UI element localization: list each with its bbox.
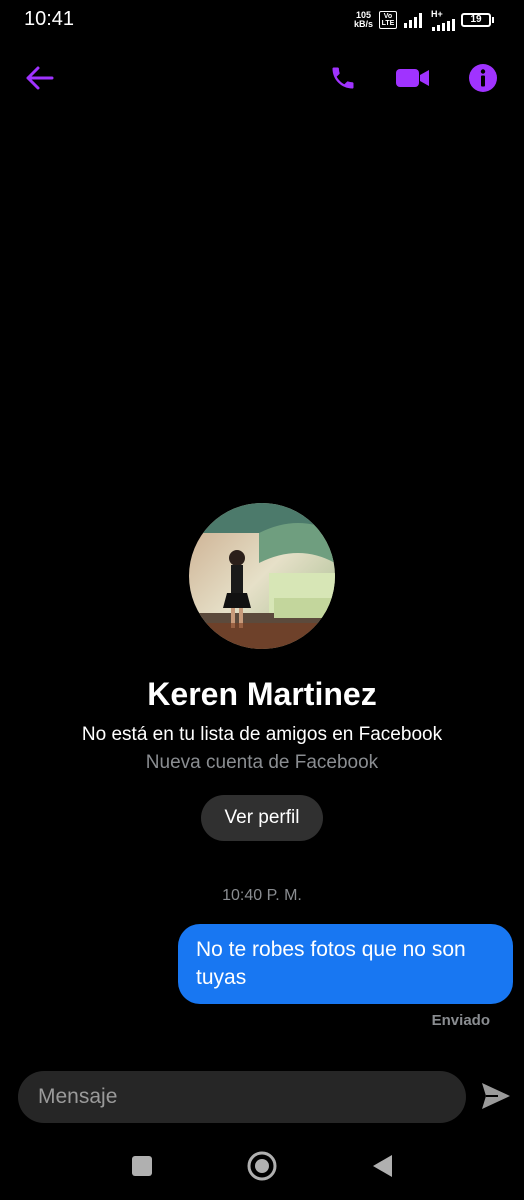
network-speed-unit: kB/s: [353, 19, 373, 29]
network-speed: 105 kB/s: [354, 11, 373, 29]
profile-card: Keren Martinez No está en tu lista de am…: [0, 500, 524, 841]
account-note: Nueva cuenta de Facebook: [145, 752, 379, 773]
phone-icon: [332, 67, 354, 89]
message-input[interactable]: [36, 1084, 448, 1110]
send-icon: [482, 1083, 510, 1109]
message-timestamp: 10:40 P. M.: [222, 887, 302, 904]
back-button[interactable]: [20, 58, 60, 98]
contact-name: Keren Martinez: [147, 676, 377, 712]
video-call-button[interactable]: [393, 58, 433, 98]
volte-badge: Vo LTE: [379, 11, 397, 29]
status-icons: 105 kB/s Vo LTE H+ 19: [354, 9, 494, 31]
signal-2-icon: [432, 18, 455, 31]
network-type-group: H+: [431, 8, 455, 31]
home-circle-icon: [247, 1151, 277, 1181]
system-nav-bar: [0, 1140, 524, 1192]
battery-icon: 19: [461, 13, 494, 27]
status-time: 10:41: [24, 8, 75, 30]
message-composer: [18, 1071, 466, 1123]
message-bubble-sent[interactable]: No te robes fotos que no son tuyas: [178, 924, 513, 1004]
call-button[interactable]: [323, 58, 363, 98]
volte-bottom: LTE: [381, 20, 395, 27]
info-button[interactable]: [463, 58, 503, 98]
home-button[interactable]: [244, 1150, 280, 1182]
chat-header: [0, 48, 524, 108]
square-icon: [132, 1156, 152, 1176]
triangle-back-icon: [373, 1155, 392, 1177]
battery-level-text: 19: [470, 14, 482, 25]
status-bar: 10:41 105 kB/s Vo LTE H+ 19: [0, 0, 524, 40]
arrow-left-icon: [26, 66, 54, 90]
volte-top: Vo: [383, 13, 393, 20]
back-nav-button[interactable]: [364, 1150, 400, 1182]
avatar[interactable]: [189, 503, 335, 649]
message-status: Enviado: [431, 1012, 490, 1029]
send-button[interactable]: [478, 1076, 514, 1116]
video-camera-icon: [396, 69, 429, 87]
friend-status-note: No está en tu lista de amigos en Faceboo…: [81, 724, 443, 745]
battery-level: 19: [461, 13, 491, 27]
network-type: H+: [431, 8, 443, 19]
recents-button[interactable]: [124, 1150, 160, 1182]
signal-icon: [404, 13, 422, 28]
info-icon: [469, 64, 497, 92]
avatar-photo: [189, 503, 335, 649]
view-profile-button[interactable]: Ver perfil: [200, 795, 324, 841]
